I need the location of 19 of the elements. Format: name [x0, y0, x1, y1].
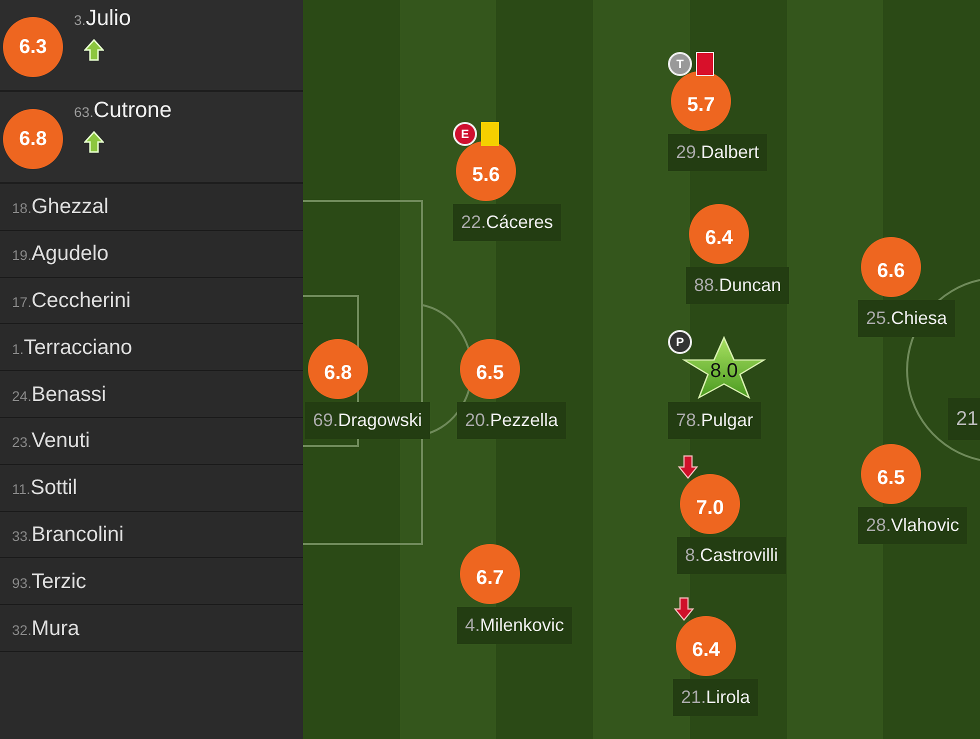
- player-name: 28.Vlahovic: [858, 507, 968, 544]
- rating-badge: 6.3: [3, 17, 63, 77]
- player-name: 3.Julio: [74, 7, 131, 29]
- player-name: 63.Cutrone: [74, 99, 172, 121]
- player-name: 25.Chiesa: [858, 300, 956, 337]
- bench-row[interactable]: 17.Ceccherini: [0, 278, 303, 324]
- player-name: 21.Lirola: [673, 679, 758, 716]
- player-name: 78.Pulgar: [668, 402, 762, 439]
- player-name: 29.Dalbert: [668, 134, 768, 171]
- player-name: 22.Cáceres: [453, 204, 562, 241]
- player-name: 88.Duncan: [686, 267, 790, 304]
- player-name: 8.Castrovilli: [677, 537, 786, 574]
- player-name: 20.Pezzella: [457, 402, 566, 439]
- rating-badge: 6.8: [3, 109, 63, 169]
- player-name: 4.Milenkovic: [457, 607, 572, 644]
- bench-row[interactable]: 33.Brancolini: [0, 512, 303, 558]
- player-name: 69.Dragowski: [305, 402, 430, 439]
- player-name: 21: [948, 398, 980, 440]
- star-rating-badge: 8.0: [682, 336, 766, 400]
